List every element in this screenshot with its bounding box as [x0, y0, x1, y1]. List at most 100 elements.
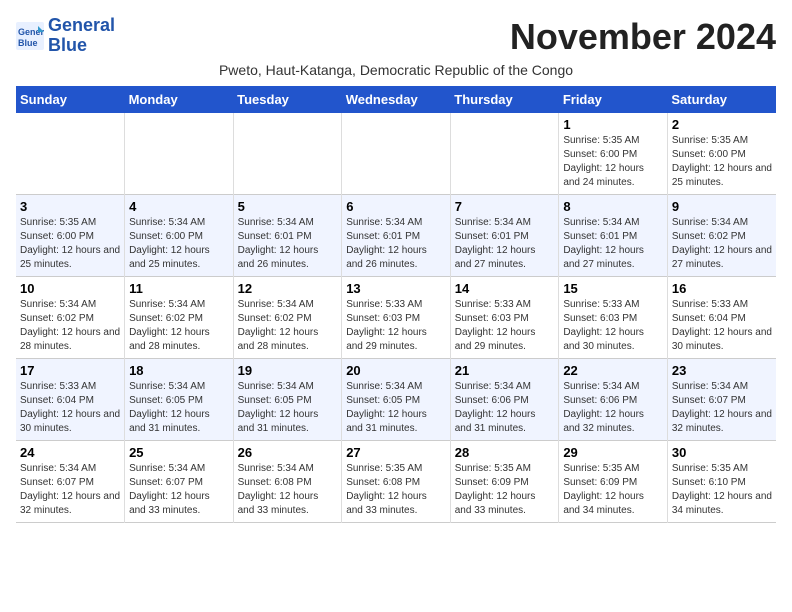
calendar-cell: [16, 113, 125, 195]
calendar-cell: 19Sunrise: 5:34 AMSunset: 6:05 PMDayligh…: [233, 359, 342, 441]
calendar-cell: 29 Sunrise: 5:35 AMSunset: 6:09 PMDayligh…: [559, 441, 668, 523]
day-number: 3: [20, 199, 120, 214]
day-number: 27: [346, 445, 446, 460]
day-number: 4: [129, 199, 229, 214]
day-number: 1: [563, 117, 663, 132]
day-number: 21: [455, 363, 555, 378]
day-info: Sunrise: 5:34 AMSunset: 6:07 PMDaylight:…: [672, 380, 772, 436]
day-info: Sunrise: 5:34 AMSunset: 6:02 PMDaylight:…: [238, 298, 338, 354]
day-number: 7: [455, 199, 555, 214]
day-number: 2: [672, 117, 772, 132]
day-info: Sunrise: 5:34 AMSunset: 6:06 PMDaylight:…: [455, 380, 555, 436]
calendar-cell: 21 Sunrise: 5:34 AMSunset: 6:06 PMDayligh…: [450, 359, 559, 441]
calendar-cell: 14 Sunrise: 5:33 AMSunset: 6:03 PMDayligh…: [450, 277, 559, 359]
calendar-cell: [125, 113, 234, 195]
calendar-cell: 18 Sunrise: 5:34 AMSunset: 6:05 PMDayligh…: [125, 359, 234, 441]
day-number: 16: [672, 281, 772, 296]
day-info: Sunrise: 5:35 AMSunset: 6:00 PMDaylight:…: [563, 134, 663, 190]
day-number: 5: [238, 199, 338, 214]
calendar-cell: 10Sunrise: 5:34 AMSunset: 6:02 PMDayligh…: [16, 277, 125, 359]
day-info: Sunrise: 5:34 AMSunset: 6:02 PMDaylight:…: [20, 298, 120, 354]
calendar-cell: 28 Sunrise: 5:35 AMSunset: 6:09 PMDayligh…: [450, 441, 559, 523]
day-number: 19: [238, 363, 338, 378]
svg-text:Blue: Blue: [18, 38, 38, 48]
calendar-cell: 30 Sunrise: 5:35 AMSunset: 6:10 PMDayligh…: [667, 441, 776, 523]
calendar-cell: 16 Sunrise: 5:33 AMSunset: 6:04 PMDayligh…: [667, 277, 776, 359]
calendar-cell: 25 Sunrise: 5:34 AMSunset: 6:07 PMDayligh…: [125, 441, 234, 523]
calendar-cell: 26Sunrise: 5:34 AMSunset: 6:08 PMDayligh…: [233, 441, 342, 523]
calendar-cell: 15 Sunrise: 5:33 AMSunset: 6:03 PMDayligh…: [559, 277, 668, 359]
calendar-cell: 20Sunrise: 5:34 AMSunset: 6:05 PMDayligh…: [342, 359, 451, 441]
day-number: 11: [129, 281, 229, 296]
day-number: 12: [238, 281, 338, 296]
calendar-cell: 8 Sunrise: 5:34 AMSunset: 6:01 PMDaylight…: [559, 195, 668, 277]
day-info: Sunrise: 5:33 AMSunset: 6:03 PMDaylight:…: [346, 298, 446, 354]
day-info: Sunrise: 5:34 AMSunset: 6:07 PMDaylight:…: [129, 462, 229, 518]
calendar-week-4: 17 Sunrise: 5:33 AMSunset: 6:04 PMDayligh…: [16, 359, 776, 441]
day-number: 25: [129, 445, 229, 460]
calendar-cell: [233, 113, 342, 195]
calendar-cell: 6 Sunrise: 5:34 AMSunset: 6:01 PMDaylight…: [342, 195, 451, 277]
day-info: Sunrise: 5:34 AMSunset: 6:01 PMDaylight:…: [238, 216, 338, 272]
day-number: 8: [563, 199, 663, 214]
day-number: 18: [129, 363, 229, 378]
calendar-cell: 7 Sunrise: 5:34 AMSunset: 6:01 PMDaylight…: [450, 195, 559, 277]
day-info: Sunrise: 5:34 AMSunset: 6:00 PMDaylight:…: [129, 216, 229, 272]
weekday-header-tuesday: Tuesday: [233, 86, 342, 113]
weekday-header-saturday: Saturday: [667, 86, 776, 113]
calendar-cell: 23Sunrise: 5:34 AMSunset: 6:07 PMDayligh…: [667, 359, 776, 441]
calendar-cell: 2 Sunrise: 5:35 AMSunset: 6:00 PMDaylight…: [667, 113, 776, 195]
day-info: Sunrise: 5:33 AMSunset: 6:03 PMDaylight:…: [455, 298, 555, 354]
calendar-cell: 24Sunrise: 5:34 AMSunset: 6:07 PMDayligh…: [16, 441, 125, 523]
logo: General Blue General Blue: [16, 16, 115, 56]
day-number: 30: [672, 445, 772, 460]
weekday-header-sunday: Sunday: [16, 86, 125, 113]
day-info: Sunrise: 5:35 AMSunset: 6:09 PMDaylight:…: [455, 462, 555, 518]
day-info: Sunrise: 5:34 AMSunset: 6:07 PMDaylight:…: [20, 462, 120, 518]
weekday-header-thursday: Thursday: [450, 86, 559, 113]
calendar-week-1: 1 Sunrise: 5:35 AMSunset: 6:00 PMDaylight…: [16, 113, 776, 195]
day-number: 13: [346, 281, 446, 296]
calendar-week-3: 10Sunrise: 5:34 AMSunset: 6:02 PMDayligh…: [16, 277, 776, 359]
logo-line2: Blue: [48, 36, 115, 56]
calendar-week-2: 3 Sunrise: 5:35 AMSunset: 6:00 PMDaylight…: [16, 195, 776, 277]
day-info: Sunrise: 5:35 AMSunset: 6:09 PMDaylight:…: [563, 462, 663, 518]
day-info: Sunrise: 5:34 AMSunset: 6:02 PMDaylight:…: [672, 216, 772, 272]
day-info: Sunrise: 5:33 AMSunset: 6:03 PMDaylight:…: [563, 298, 663, 354]
day-number: 22: [563, 363, 663, 378]
calendar-cell: 9 Sunrise: 5:34 AMSunset: 6:02 PMDaylight…: [667, 195, 776, 277]
day-info: Sunrise: 5:33 AMSunset: 6:04 PMDaylight:…: [672, 298, 772, 354]
calendar-cell: 11 Sunrise: 5:34 AMSunset: 6:02 PMDayligh…: [125, 277, 234, 359]
day-info: Sunrise: 5:35 AMSunset: 6:10 PMDaylight:…: [672, 462, 772, 518]
day-number: 15: [563, 281, 663, 296]
day-info: Sunrise: 5:34 AMSunset: 6:02 PMDaylight:…: [129, 298, 229, 354]
day-number: 29: [563, 445, 663, 460]
day-info: Sunrise: 5:34 AMSunset: 6:06 PMDaylight:…: [563, 380, 663, 436]
day-info: Sunrise: 5:35 AMSunset: 6:00 PMDaylight:…: [20, 216, 120, 272]
logo-icon: General Blue: [16, 22, 44, 50]
day-number: 14: [455, 281, 555, 296]
day-number: 6: [346, 199, 446, 214]
day-info: Sunrise: 5:34 AMSunset: 6:01 PMDaylight:…: [455, 216, 555, 272]
calendar-cell: 27 Sunrise: 5:35 AMSunset: 6:08 PMDayligh…: [342, 441, 451, 523]
day-info: Sunrise: 5:34 AMSunset: 6:01 PMDaylight:…: [563, 216, 663, 272]
calendar-cell: 13 Sunrise: 5:33 AMSunset: 6:03 PMDayligh…: [342, 277, 451, 359]
day-info: Sunrise: 5:34 AMSunset: 6:01 PMDaylight:…: [346, 216, 446, 272]
day-info: Sunrise: 5:35 AMSunset: 6:00 PMDaylight:…: [672, 134, 772, 190]
day-number: 9: [672, 199, 772, 214]
subtitle: Pweto, Haut-Katanga, Democratic Republic…: [16, 62, 776, 78]
calendar-table: SundayMondayTuesdayWednesdayThursdayFrid…: [16, 86, 776, 523]
calendar-week-5: 24Sunrise: 5:34 AMSunset: 6:07 PMDayligh…: [16, 441, 776, 523]
day-info: Sunrise: 5:34 AMSunset: 6:05 PMDaylight:…: [129, 380, 229, 436]
day-number: 17: [20, 363, 120, 378]
day-number: 26: [238, 445, 338, 460]
weekday-header-friday: Friday: [559, 86, 668, 113]
day-number: 28: [455, 445, 555, 460]
calendar-cell: 1 Sunrise: 5:35 AMSunset: 6:00 PMDaylight…: [559, 113, 668, 195]
day-info: Sunrise: 5:35 AMSunset: 6:08 PMDaylight:…: [346, 462, 446, 518]
logo-line1: General: [48, 16, 115, 36]
calendar-cell: 5 Sunrise: 5:34 AMSunset: 6:01 PMDaylight…: [233, 195, 342, 277]
weekday-header-monday: Monday: [125, 86, 234, 113]
calendar-cell: [342, 113, 451, 195]
day-info: Sunrise: 5:33 AMSunset: 6:04 PMDaylight:…: [20, 380, 120, 436]
